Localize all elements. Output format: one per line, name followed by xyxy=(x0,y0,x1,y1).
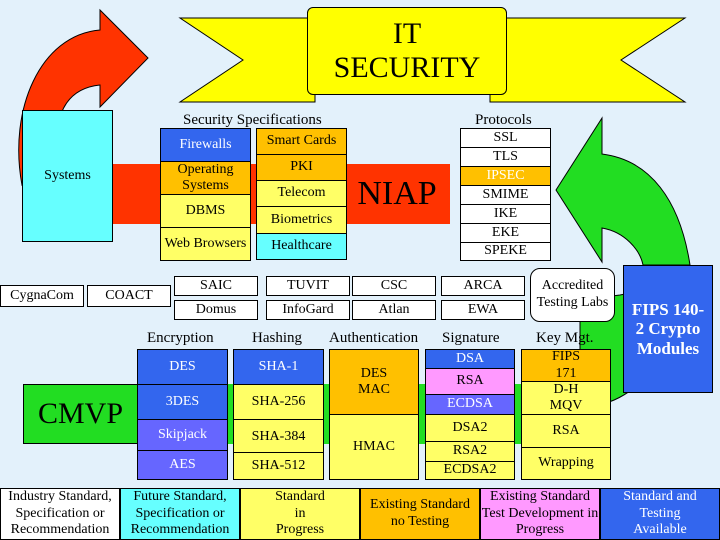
protocol-smime: SMIME xyxy=(460,185,551,205)
spec-smart-cards: Smart Cards xyxy=(256,128,347,155)
legend-in-progress: Standard in Progress xyxy=(240,488,360,540)
sig-dsa2: DSA2 xyxy=(425,414,515,442)
auth-hmac: HMAC xyxy=(329,414,419,480)
protocols-heading: Protocols xyxy=(475,112,532,128)
legend-industry: Industry Standard, Specification or Reco… xyxy=(0,488,120,540)
key-wrapping: Wrapping xyxy=(521,447,611,480)
enc-skipjack: Skipjack xyxy=(137,419,228,451)
enc-aes: AES xyxy=(137,450,228,480)
lab-cygnacom: CygnaCom xyxy=(0,285,84,307)
protocol-ssl: SSL xyxy=(460,128,551,148)
cmvp-box: CMVP xyxy=(23,384,138,444)
cmvp-label: CMVP xyxy=(37,396,124,430)
lab-csc: CSC xyxy=(352,276,436,296)
sig-rsa2: RSA2 xyxy=(425,441,515,462)
sig-dsa: DSA xyxy=(425,349,515,369)
spec-web-browsers: Web Browsers xyxy=(160,227,251,261)
spec-biometrics: Biometrics xyxy=(256,206,347,234)
lab-domus: Domus xyxy=(174,300,258,320)
lab-infogard: InfoGard xyxy=(266,300,350,320)
hash-sha384: SHA-384 xyxy=(233,419,324,455)
niap-label: NIAP xyxy=(357,175,437,213)
authentication-heading: Authentication xyxy=(329,330,419,346)
protocol-eke: EKE xyxy=(460,223,551,243)
lab-saic: SAIC xyxy=(174,276,258,296)
lab-atlan: Atlan xyxy=(352,300,436,320)
title-banner: IT SECURITY xyxy=(307,7,507,95)
protocol-ipsec: IPSEC xyxy=(460,166,551,186)
auth-des-mac: DES MAC xyxy=(329,349,419,415)
spec-healthcare: Healthcare xyxy=(256,233,347,260)
green-curved-arrow xyxy=(555,116,691,266)
hash-sha512: SHA-512 xyxy=(233,452,324,480)
accredited-testing-labs: Accredited Testing Labs xyxy=(530,268,615,322)
protocol-speke: SPEKE xyxy=(460,242,551,261)
fips-140-2-box: FIPS 140-2 Crypto Modules xyxy=(623,265,713,393)
title-line-1: IT xyxy=(392,16,422,50)
signature-heading: Signature xyxy=(442,330,500,346)
protocol-tls: TLS xyxy=(460,147,551,167)
spec-operating-systems: Operating Systems xyxy=(160,161,251,195)
enc-des: DES xyxy=(137,349,228,385)
banner-right-tail xyxy=(489,17,687,103)
spec-telecom: Telecom xyxy=(256,180,347,207)
spec-dbms: DBMS xyxy=(160,194,251,228)
key-dh-mqv: D-H MQV xyxy=(521,381,611,415)
legend-standard-testing: Standard and Testing Available xyxy=(600,488,720,540)
security-specs-heading: Security Specifications xyxy=(183,112,322,128)
spec-firewalls: Firewalls xyxy=(160,128,251,162)
title-line-2: SECURITY xyxy=(333,51,481,84)
legend-existing-no-testing: Existing Standard no Testing xyxy=(360,488,480,540)
systems-label: Systems xyxy=(44,167,91,183)
banner-left-tail xyxy=(178,17,316,103)
lab-arca: ARCA xyxy=(441,276,525,296)
niap-box: NIAP xyxy=(347,164,447,224)
key-fips-171: FIPS 171 xyxy=(521,349,611,382)
hash-sha1: SHA-1 xyxy=(233,349,324,385)
hash-sha256: SHA-256 xyxy=(233,384,324,420)
hashing-heading: Hashing xyxy=(252,330,302,346)
legend-future: Future Standard, Specification or Recomm… xyxy=(120,488,240,540)
sig-ecdsa2: ECDSA2 xyxy=(425,461,515,480)
sig-ecdsa: ECDSA xyxy=(425,394,515,415)
sig-rsa: RSA xyxy=(425,368,515,395)
spec-pki: PKI xyxy=(256,154,347,181)
key-mgt-heading: Key Mgt. xyxy=(536,330,594,346)
accredited-label: Accredited Testing Labs xyxy=(536,278,609,310)
legend-test-development: Existing Standard Test Development in Pr… xyxy=(480,488,600,540)
lab-ewa: EWA xyxy=(441,300,525,320)
protocol-ike: IKE xyxy=(460,204,551,224)
key-rsa: RSA xyxy=(521,414,611,448)
lab-coact: COACT xyxy=(87,285,171,307)
enc-3des: 3DES xyxy=(137,384,228,420)
fips-label: FIPS 140-2 Crypto Modules xyxy=(631,299,705,358)
lab-tuvit: TUVIT xyxy=(266,276,350,296)
encryption-heading: Encryption xyxy=(147,330,214,346)
systems-box: Systems xyxy=(22,110,113,242)
